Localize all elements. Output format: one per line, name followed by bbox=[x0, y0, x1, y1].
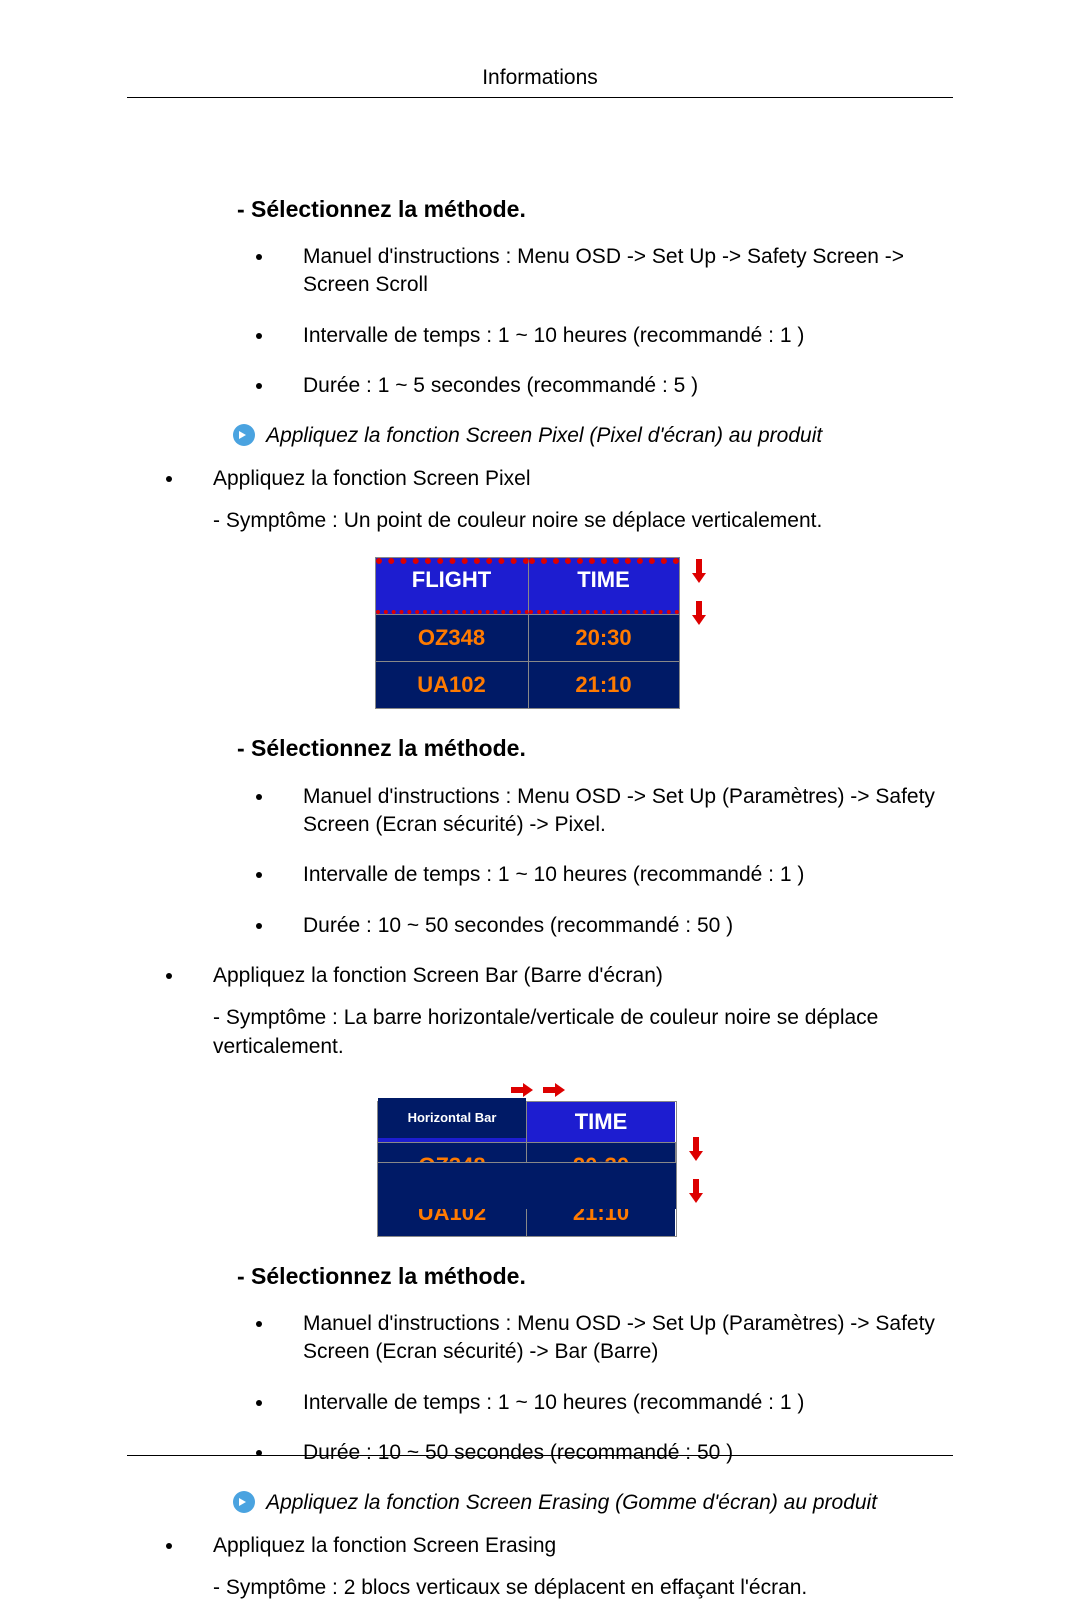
table-header-time: TIME bbox=[529, 558, 679, 614]
table-header-flight: FLIGHT bbox=[376, 558, 529, 614]
list-item: Durée : 10 ~ 50 secondes (recommandé : 5… bbox=[275, 1439, 953, 1467]
arrow-right-icon bbox=[543, 1083, 569, 1097]
document-page: Informations - Sélectionnez la méthode. … bbox=[0, 0, 1080, 1527]
figure-bar: FLIGHT Horizontal Bar TIME OZ348 20:30 U… bbox=[127, 1083, 953, 1237]
list-item: Intervalle de temps : 1 ~ 10 heures (rec… bbox=[275, 861, 953, 889]
vertical-arrows bbox=[692, 557, 706, 627]
section3-list: Manuel d'instructions : Menu OSD -> Set … bbox=[275, 1310, 953, 1467]
list-item-text: Appliquez la fonction Screen Pixel bbox=[213, 467, 531, 490]
horizontal-bar-overlay bbox=[378, 1162, 676, 1209]
note-erasing: Appliquez la fonction Screen Erasing (Go… bbox=[233, 1489, 953, 1517]
section-title-3: - Sélectionnez la méthode. bbox=[237, 1261, 953, 1292]
list-item: Manuel d'instructions : Menu OSD -> Set … bbox=[275, 243, 953, 300]
erase-list: Appliquez la fonction Screen Erasing - S… bbox=[185, 1532, 953, 1603]
arrow-right-icon bbox=[511, 1083, 537, 1097]
table-header-flight: FLIGHT Horizontal Bar bbox=[378, 1102, 527, 1142]
section-title-2: - Sélectionnez la méthode. bbox=[237, 733, 953, 764]
section1-list: Manuel d'instructions : Menu OSD -> Set … bbox=[275, 243, 953, 400]
note-pixel: Appliquez la fonction Screen Pixel (Pixe… bbox=[233, 422, 953, 450]
table-cell: OZ348 bbox=[376, 614, 529, 661]
section2-list: Manuel d'instructions : Menu OSD -> Set … bbox=[275, 783, 953, 940]
arrow-down-icon bbox=[692, 559, 706, 585]
note-text: Appliquez la fonction Screen Erasing (Go… bbox=[266, 1491, 877, 1514]
list-item: Durée : 10 ~ 50 secondes (recommandé : 5… bbox=[275, 912, 953, 940]
arrow-down-icon bbox=[692, 601, 706, 627]
horizontal-bar-label: Horizontal Bar bbox=[378, 1098, 526, 1138]
flight-table-bar: FLIGHT Horizontal Bar TIME OZ348 20:30 U… bbox=[377, 1101, 677, 1237]
table-cell: UA102 bbox=[376, 661, 529, 708]
table-cell: 20:30 bbox=[529, 614, 679, 661]
list-item: Manuel d'instructions : Menu OSD -> Set … bbox=[275, 1310, 953, 1367]
arrow-down-icon bbox=[689, 1137, 703, 1163]
list-item-text: Appliquez la fonction Screen Bar (Barre … bbox=[213, 964, 663, 987]
list-item: Manuel d'instructions : Menu OSD -> Set … bbox=[275, 783, 953, 840]
list-item: Intervalle de temps : 1 ~ 10 heures (rec… bbox=[275, 322, 953, 350]
symptom-pixel: - Symptôme : Un point de couleur noire s… bbox=[213, 507, 953, 535]
table-header-time: TIME bbox=[527, 1102, 675, 1142]
arrow-down-icon bbox=[689, 1179, 703, 1205]
bullet-arrow-icon bbox=[233, 1491, 255, 1513]
vertical-arrows bbox=[689, 1101, 703, 1205]
list-item: Appliquez la fonction Screen Bar (Barre … bbox=[185, 962, 953, 1061]
bar-list: Appliquez la fonction Screen Bar (Barre … bbox=[185, 962, 953, 1061]
note-text: Appliquez la fonction Screen Pixel (Pixe… bbox=[266, 424, 822, 447]
symptom-bar: - Symptôme : La barre horizontale/vertic… bbox=[213, 1004, 953, 1061]
list-item: Appliquez la fonction Screen Pixel - Sym… bbox=[185, 465, 953, 536]
horizontal-arrows bbox=[511, 1083, 569, 1097]
list-item-text: Appliquez la fonction Screen Erasing bbox=[213, 1534, 556, 1557]
page-header: Informations bbox=[0, 64, 1080, 92]
symptom-erase: - Symptôme : 2 blocs verticaux se déplac… bbox=[213, 1574, 953, 1602]
flight-table-pixel: FLIGHT TIME OZ348 20:30 UA102 21:10 bbox=[375, 557, 680, 709]
table-cell: 21:10 bbox=[529, 661, 679, 708]
bullet-arrow-icon bbox=[233, 424, 255, 446]
list-item: Intervalle de temps : 1 ~ 10 heures (rec… bbox=[275, 1389, 953, 1417]
section-title-1: - Sélectionnez la méthode. bbox=[237, 194, 953, 225]
list-item: Appliquez la fonction Screen Erasing - S… bbox=[185, 1532, 953, 1603]
bottom-rule bbox=[127, 1455, 953, 1456]
pixel-list: Appliquez la fonction Screen Pixel - Sym… bbox=[185, 465, 953, 536]
figure-pixel: FLIGHT TIME OZ348 20:30 UA102 21:10 bbox=[127, 557, 953, 709]
top-rule bbox=[127, 97, 953, 98]
list-item: Durée : 1 ~ 5 secondes (recommandé : 5 ) bbox=[275, 372, 953, 400]
content-area: - Sélectionnez la méthode. Manuel d'inst… bbox=[127, 170, 953, 1624]
